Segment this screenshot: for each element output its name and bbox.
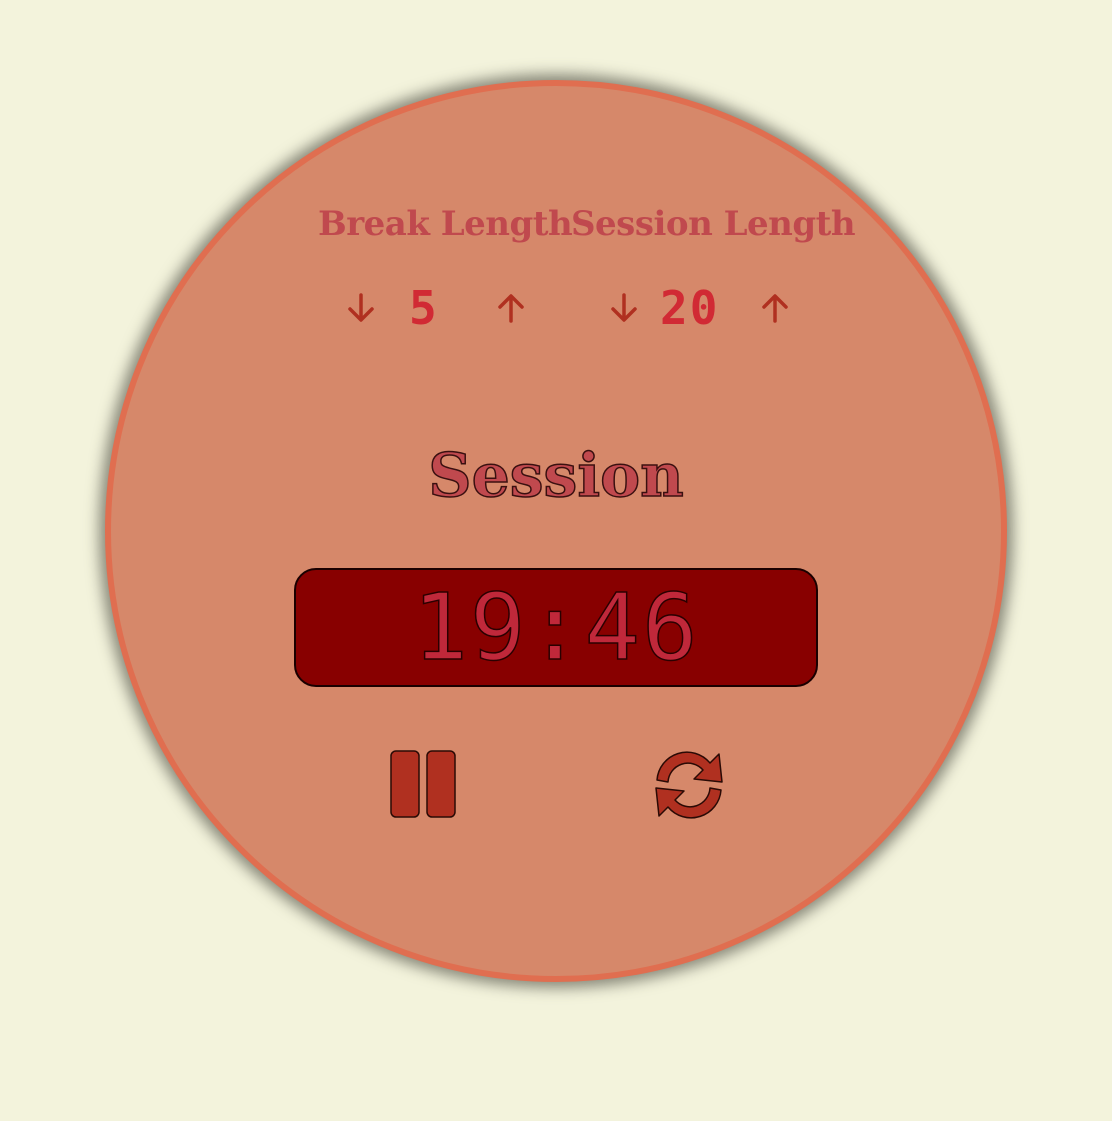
pause-button[interactable] xyxy=(389,748,461,820)
timer-label: Session xyxy=(428,440,685,512)
pause-icon xyxy=(390,750,456,818)
reset-button[interactable] xyxy=(649,746,729,824)
time-left: 19:46 xyxy=(412,573,700,682)
clock-face: Break Length Session Length 5 20 Session… xyxy=(105,80,1007,982)
break-controls: 5 xyxy=(341,281,524,335)
break-decrement-button[interactable] xyxy=(343,290,379,326)
session-controls: 20 xyxy=(604,282,804,334)
arrow-down-icon xyxy=(611,293,637,322)
time-display: 19:46 xyxy=(294,568,818,687)
break-length-label: Break Length xyxy=(318,204,573,244)
arrow-up-icon xyxy=(498,294,524,323)
break-increment-button[interactable] xyxy=(493,290,529,326)
session-decrement-button[interactable] xyxy=(606,290,642,326)
arrow-up-icon xyxy=(762,294,788,323)
break-length-value: 5 xyxy=(409,281,439,335)
session-increment-button[interactable] xyxy=(757,290,793,326)
arrow-down-icon xyxy=(348,293,374,322)
session-length-value: 20 xyxy=(660,281,720,335)
pomodoro-app: Break Length Session Length 5 20 Session… xyxy=(0,0,1112,1121)
session-length-label: Session Length xyxy=(571,204,856,244)
refresh-icon xyxy=(655,751,723,819)
